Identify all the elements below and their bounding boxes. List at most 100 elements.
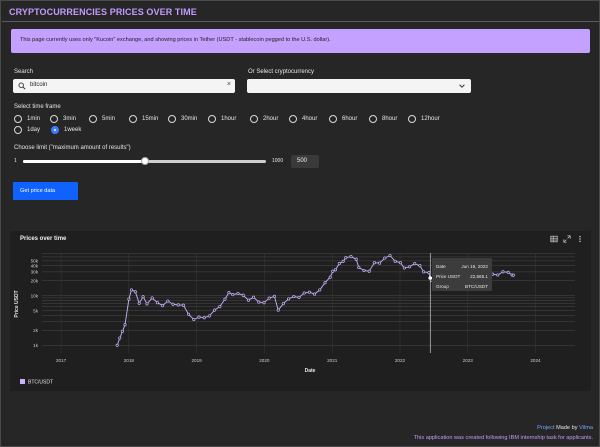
data-point[interactable] [349,255,353,259]
data-point[interactable] [246,298,250,302]
data-point[interactable] [337,262,341,266]
data-point[interactable] [227,291,231,295]
timeframe-option-1min[interactable]: 1min [14,114,40,124]
data-point[interactable] [276,308,280,312]
data-point[interactable] [281,302,285,306]
data-point[interactable] [161,304,165,308]
data-point[interactable] [137,301,141,305]
data-point[interactable] [357,265,361,269]
data-point[interactable] [372,261,376,265]
data-point[interactable] [123,323,127,327]
data-point[interactable] [302,291,306,295]
data-point[interactable] [344,256,348,260]
data-point[interactable] [176,303,180,307]
data-point[interactable] [496,273,500,277]
timeframe-option-1day[interactable]: 1day [14,125,40,135]
data-point[interactable] [127,297,131,301]
data-point[interactable] [267,296,271,300]
data-point[interactable] [287,297,291,301]
timeframe-option-5min[interactable]: 5min [89,114,115,124]
data-point[interactable] [362,268,366,273]
info-notice: This page currently uses only "Kucoin" e… [11,29,590,53]
data-point[interactable] [402,266,406,270]
data-point[interactable] [393,259,397,263]
data-point[interactable] [427,271,431,275]
limit-input[interactable]: 500 [291,155,319,168]
data-point[interactable] [202,316,206,320]
radio-circle [289,115,297,123]
limit-label: Choose limit ("maximum amount of results… [14,145,131,151]
timeframe-option-15min[interactable]: 15min [129,114,158,124]
data-point[interactable] [262,301,266,305]
data-point[interactable] [383,256,387,260]
data-point[interactable] [292,294,296,299]
data-point[interactable] [378,261,382,265]
author-link[interactable]: Vilma [579,425,593,431]
data-point[interactable] [331,269,335,273]
slider-thumb[interactable] [140,157,149,165]
data-point[interactable] [187,312,191,316]
data-point[interactable] [197,315,201,319]
timeframe-option-1hour[interactable]: 1hour [208,114,236,124]
data-point[interactable] [118,336,122,340]
timeframe-option-4hour[interactable]: 4hour [289,114,317,124]
data-point[interactable] [231,293,235,297]
data-point[interactable] [511,273,515,277]
data-point[interactable] [297,295,301,299]
timeframe-option-12hour[interactable]: 12hour [408,114,440,124]
data-point[interactable] [115,343,119,347]
data-point[interactable] [155,301,159,305]
data-point[interactable] [307,290,311,294]
timeframe-option-30min[interactable]: 30min [168,114,197,124]
data-point[interactable] [323,281,327,285]
data-point[interactable] [257,300,261,304]
data-point[interactable] [422,270,426,274]
get-price-data-button[interactable]: Get price data [13,182,78,200]
search-input[interactable]: bitcoin × [13,79,235,93]
timeframe-option-3min[interactable]: 3min [50,114,76,124]
limit-slider[interactable] [23,157,266,165]
data-point[interactable] [145,302,149,306]
price-chart[interactable]: 1k2k5k10k20k30k40k50k 2017 2018 2019 2020 20… [10,231,591,391]
data-point[interactable] [407,265,412,269]
crypto-select[interactable] [247,79,471,93]
data-point[interactable] [120,329,124,333]
data-point[interactable] [501,270,505,274]
data-point[interactable] [241,293,245,297]
data-point[interactable] [133,290,137,294]
data-point[interactable] [150,296,154,300]
data-point[interactable] [272,294,276,298]
data-point[interactable] [318,288,322,292]
data-point[interactable] [506,270,510,274]
data-point[interactable] [129,288,134,292]
data-point[interactable] [213,308,217,312]
data-point[interactable] [413,262,417,266]
page-title: CRYPTOCURRENCIES PRICES OVER TIME [9,7,197,17]
data-point[interactable] [252,295,256,299]
data-point[interactable] [223,297,227,301]
data-point[interactable] [218,305,222,309]
data-point[interactable] [181,303,185,307]
timeframe-option-8hour[interactable]: 8hour [369,114,397,124]
data-point[interactable] [328,275,332,279]
data-point[interactable] [367,269,371,273]
clear-search-button[interactable]: × [227,81,231,88]
data-point[interactable] [388,253,392,258]
data-point[interactable] [166,299,170,303]
data-point[interactable] [141,295,145,299]
data-point[interactable] [171,302,175,306]
data-point[interactable] [418,264,422,268]
timeframe-option-1week[interactable]: 1week [51,125,81,135]
timeframe-option-6hour[interactable]: 6hour [329,114,357,124]
project-link[interactable]: Project [537,425,554,431]
data-point[interactable] [341,259,345,263]
data-point[interactable] [354,257,358,261]
data-point[interactable] [236,291,240,296]
data-point[interactable] [313,292,317,296]
data-point[interactable] [333,268,337,272]
radio-circle [168,115,176,123]
data-point[interactable] [192,317,196,322]
data-point[interactable] [398,261,402,265]
timeframe-option-2hour[interactable]: 2hour [250,114,278,124]
data-point[interactable] [207,314,211,318]
